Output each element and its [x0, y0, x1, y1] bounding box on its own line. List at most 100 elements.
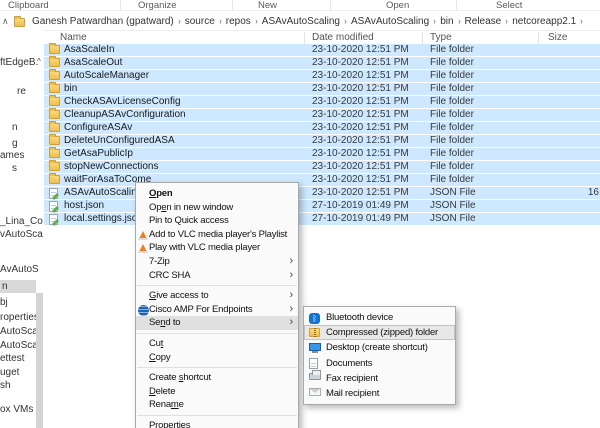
nav-pane-scrollbar[interactable]	[36, 293, 43, 428]
collapse-chevron-icon[interactable]: ^	[37, 57, 41, 66]
file-date-modified: 23-10-2020 12:51 PM	[312, 96, 409, 107]
nav-tree-item[interactable]: AutoScal	[0, 340, 40, 351]
nav-tree-item[interactable]: bj	[0, 297, 8, 308]
nav-tree-item[interactable]: vAutoSca	[0, 229, 43, 240]
ribbon-group-organize[interactable]: Organize	[138, 0, 177, 11]
context-menu-item-send-to[interactable]: Send to ›	[136, 316, 298, 330]
column-header-name[interactable]: Name	[60, 32, 87, 43]
context-menu-item-copy[interactable]: Copy	[136, 351, 298, 365]
menu-item-label: Open	[149, 188, 173, 199]
file-date-modified: 23-10-2020 12:51 PM	[312, 44, 409, 55]
nav-tree-item[interactable]: n	[12, 122, 18, 133]
context-menu-item-create-shortcut[interactable]: Create shortcut	[136, 371, 298, 385]
ribbon-group-clipboard[interactable]: Clipboard	[8, 0, 49, 11]
context-menu-item-play-with-vlc-media-player[interactable]: Play with VLC media player	[136, 241, 298, 255]
breadcrumb-item[interactable]: ASAvAutoScaling	[351, 16, 429, 27]
nav-tree-item[interactable]: AutoScal	[0, 326, 40, 337]
context-menu-item-cut[interactable]: Cut	[136, 337, 298, 351]
nav-tree-item[interactable]: ettest	[0, 353, 24, 364]
breadcrumb-item[interactable]: repos	[226, 16, 251, 27]
send-to-item-fax-recipient[interactable]: Fax recipient	[304, 370, 455, 386]
send-to-item-desktop-create-shortcut[interactable]: Desktop (create shortcut)	[304, 340, 455, 355]
breadcrumb-chevron-icon[interactable]: ›	[506, 16, 508, 26]
ribbon-group-new[interactable]: New	[258, 0, 277, 11]
send-to-item-compressed-zipped-folder[interactable]: Compressed (zipped) folder	[304, 325, 455, 341]
context-menu-item-delete[interactable]: Delete	[136, 385, 298, 399]
column-separator[interactable]	[422, 32, 423, 44]
nav-tree-item[interactable]: roperties	[0, 312, 39, 323]
column-header-type[interactable]: Type	[430, 32, 452, 43]
column-header-size[interactable]: Size	[548, 32, 567, 43]
context-menu-item-open-in-new-window[interactable]: Open in new window	[136, 201, 298, 215]
nav-tree-item[interactable]: AvAutoS	[0, 264, 39, 275]
breadcrumb-chevron-icon[interactable]: ›	[178, 16, 180, 26]
file-row[interactable]: stopNewConnections 23-10-2020 12:51 PM Fil…	[44, 160, 600, 173]
menu-item-label: Create shortcut	[149, 372, 211, 384]
breadcrumb-item[interactable]: netcoreapp2.1	[512, 16, 576, 27]
send-to-item-bluetooth-device[interactable]: ᛒ Bluetooth device	[304, 310, 455, 325]
menu-item-label: Send to	[149, 317, 181, 329]
menu-separator	[137, 414, 297, 416]
nav-tree-item[interactable]: re	[17, 86, 26, 97]
column-header-date[interactable]: Date modified	[312, 32, 374, 43]
address-bar[interactable]: ∧ Ganesh Patwardhan (gpatward) › source › re…	[0, 12, 600, 31]
breadcrumb-item[interactable]: Ganesh Patwardhan (gpatward)	[32, 16, 174, 27]
file-type: File folder	[430, 148, 474, 159]
context-menu-item-7-zip[interactable]: 7-Zip ›	[136, 255, 298, 269]
context-menu-item-pin-to-quick-access[interactable]: Pin to Quick access	[136, 214, 298, 228]
file-row[interactable]: ASAvAutoScaling.d 23-10-2020 12:51 PM JSON…	[44, 187, 600, 199]
file-row[interactable]: CheckASAvLicenseConfig 23-10-2020 12:51 P…	[44, 95, 600, 108]
nav-tree-item[interactable]: uget	[0, 367, 19, 378]
file-date-modified: 27-10-2019 01:49 PM	[312, 200, 409, 211]
file-row[interactable]: host.json 27-10-2019 01:49 PM JSON File	[44, 200, 600, 212]
file-row[interactable]: ConfigureASAv 23-10-2020 12:51 PM File fol…	[44, 121, 600, 134]
menu-separator	[137, 367, 297, 369]
breadcrumb-item[interactable]: Release	[465, 16, 502, 27]
file-row[interactable]: AutoScaleManager 23-10-2020 12:51 PM File …	[44, 69, 600, 82]
file-row[interactable]: DeleteUnConfiguredASA 23-10-2020 12:51 PM…	[44, 134, 600, 147]
up-arrow-icon[interactable]: ∧	[2, 16, 9, 27]
breadcrumb-chevron-icon[interactable]: ›	[219, 16, 221, 26]
nav-tree-item[interactable]: sh	[0, 380, 11, 391]
context-menu-item-crc-sha[interactable]: CRC SHA ›	[136, 269, 298, 283]
file-row[interactable]: waitForAsaToCome 23-10-2020 12:51 PM File …	[44, 173, 600, 186]
send-to-item-mail-recipient[interactable]: Mail recipient	[304, 386, 455, 401]
context-menu-item-add-to-vlc-media-player-s-playlist[interactable]: Add to VLC media player's Playlist	[136, 228, 298, 242]
nav-tree-item[interactable]: n	[0, 280, 36, 293]
column-separator[interactable]	[538, 32, 539, 44]
send-to-item-documents[interactable]: Documents	[304, 356, 455, 371]
context-menu-item-give-access-to[interactable]: Give access to ›	[136, 289, 298, 303]
file-row[interactable]: bin 23-10-2020 12:51 PM File folder	[44, 82, 600, 95]
file-row[interactable]: local.settings.json 27-10-2019 01:49 PM JS…	[44, 213, 600, 225]
menu-item-label: Mail recipient	[326, 387, 380, 399]
breadcrumb-chevron-icon[interactable]: ›	[255, 16, 257, 26]
nav-tree-item[interactable]: g	[12, 138, 18, 149]
file-row[interactable]: CleanupASAvConfiguration 23-10-2020 12:51…	[44, 108, 600, 121]
context-menu-item-properties[interactable]: Properties	[136, 419, 298, 428]
folder-icon	[49, 56, 60, 67]
menu-item-label: Desktop (create shortcut)	[326, 342, 428, 354]
file-row[interactable]: AsaScaleIn 23-10-2020 12:51 PM File folder	[44, 43, 600, 56]
context-menu-item-open[interactable]: Open	[136, 187, 298, 201]
file-row[interactable]: GetAsaPublicIp 23-10-2020 12:51 PM File fo…	[44, 147, 600, 160]
breadcrumb-chevron-icon[interactable]: ›	[344, 16, 346, 26]
ribbon-group-open[interactable]: Open	[386, 0, 409, 11]
context-menu-item-cisco-amp-for-endpoints[interactable]: Cisco AMP For Endpoints ›	[136, 303, 298, 317]
menu-item-label: Copy	[149, 351, 171, 363]
ribbon-group-select[interactable]: Select	[496, 0, 522, 11]
breadcrumb-item[interactable]: ASAvAutoScaling	[262, 16, 340, 27]
nav-tree-item[interactable]: s	[12, 163, 17, 174]
column-separator[interactable]	[304, 32, 305, 44]
breadcrumb-chevron-icon[interactable]: ›	[581, 16, 583, 26]
nav-tree-item[interactable]: ox VMs	[0, 404, 33, 415]
file-row[interactable]: AsaScaleOut 23-10-2020 12:51 PM File folde…	[44, 56, 600, 69]
breadcrumb-item[interactable]: bin	[440, 16, 453, 27]
nav-tree-item[interactable]: _Lina_Co	[0, 216, 43, 227]
fax-icon	[309, 370, 321, 381]
nav-tree-item[interactable]: ames	[0, 150, 24, 161]
context-menu-item-rename[interactable]: Rename	[136, 398, 298, 412]
breadcrumb-item[interactable]: source	[185, 16, 215, 27]
breadcrumb-chevron-icon[interactable]: ›	[458, 16, 460, 26]
breadcrumb-chevron-icon[interactable]: ›	[433, 16, 435, 26]
nav-tree-item[interactable]: ftEdgeB.	[0, 57, 38, 68]
